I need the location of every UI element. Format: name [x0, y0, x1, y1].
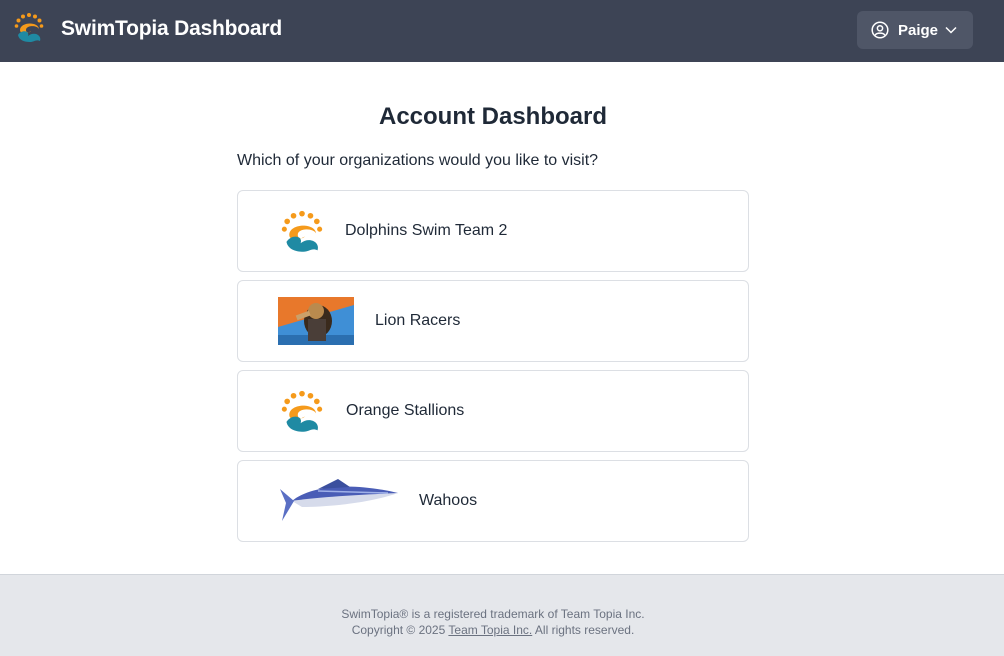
top-navbar: SwimTopia Dashboard Paige: [0, 0, 1004, 62]
copyright-prefix: Copyright © 2025: [351, 623, 446, 637]
organization-name: Lion Racers: [375, 312, 461, 329]
wahoo-fish-icon: [280, 479, 398, 521]
user-name-label: Paige: [898, 22, 939, 39]
swimtopia-logo-icon: [281, 210, 323, 252]
copyright-suffix: All rights reserved.: [534, 623, 635, 637]
copyright-text: Copyright © 2025 Team Topia Inc. All rig…: [0, 623, 986, 637]
chevron-down-icon: [945, 26, 957, 34]
app-title[interactable]: SwimTopia Dashboard: [61, 17, 282, 41]
swimtopia-logo-icon[interactable]: [12, 11, 46, 45]
organization-name: Wahoos: [419, 492, 478, 509]
organization-prompt: Which of your organizations would you li…: [237, 152, 599, 169]
organization-card-dolphins-swim-team-2[interactable]: Dolphins Swim Team 2: [237, 190, 749, 272]
user-menu-button[interactable]: Paige: [857, 11, 973, 49]
organization-card-lion-racers[interactable]: Lion Racers: [237, 280, 749, 362]
lion-photo-icon: [278, 297, 354, 345]
swimtopia-logo-icon: [281, 390, 323, 432]
team-topia-link[interactable]: Team Topia Inc.: [448, 623, 532, 637]
user-circle-icon: [871, 21, 889, 39]
organization-card-wahoos[interactable]: Wahoos: [237, 460, 749, 542]
organization-name: Orange Stallions: [346, 402, 465, 419]
trademark-text: SwimTopia® is a registered trademark of …: [341, 607, 645, 621]
organization-name: Dolphins Swim Team 2: [345, 222, 508, 239]
page-title: Account Dashboard: [378, 103, 608, 130]
footer: SwimTopia® is a registered trademark of …: [0, 574, 1004, 656]
organization-list: Dolphins Swim Team 2 Lion Racers Orange …: [237, 190, 749, 550]
organization-card-orange-stallions[interactable]: Orange Stallions: [237, 370, 749, 452]
